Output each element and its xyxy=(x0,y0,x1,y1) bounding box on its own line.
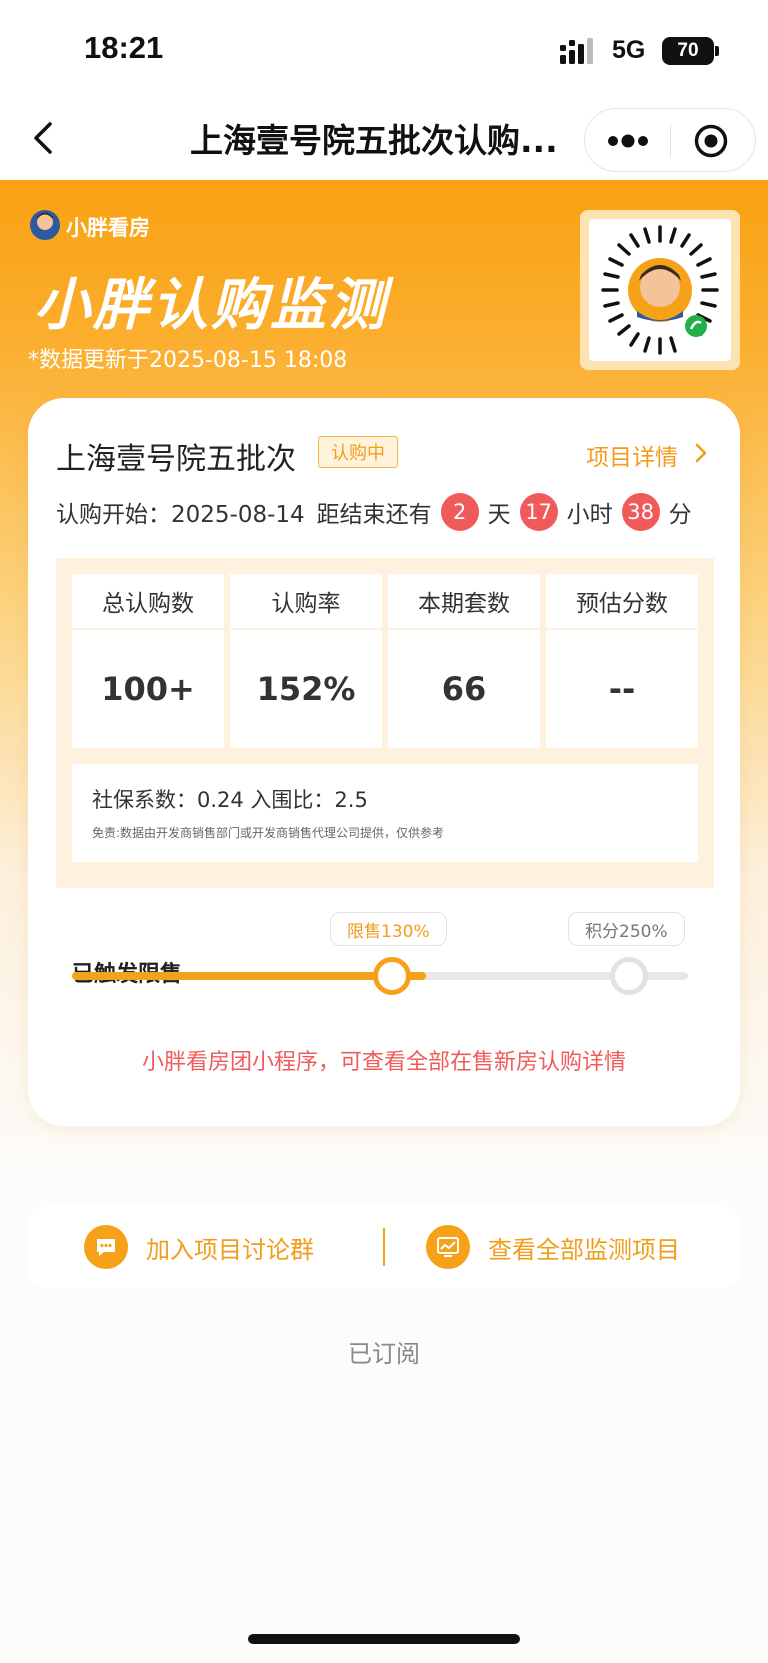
social-security-ratio: 社保系数：0.24 入围比：2.5 xyxy=(92,788,368,812)
back-icon[interactable] xyxy=(30,118,58,158)
limit-tag: 限售130% xyxy=(330,912,447,946)
miniprogram-code-icon xyxy=(601,225,719,355)
minutes-unit: 分 xyxy=(668,502,692,528)
network-label: 5G xyxy=(612,36,646,64)
stat-value: 66 xyxy=(388,630,540,748)
more-icon[interactable] xyxy=(607,131,649,151)
signal-icon xyxy=(560,38,593,64)
status-time: 18:21 xyxy=(84,30,164,65)
update-time: *数据更新于2025-08-15 18:08 xyxy=(28,348,348,373)
close-target-icon[interactable] xyxy=(693,123,729,159)
stat-total: 总认购数 100+ xyxy=(72,574,224,748)
qr-code-inner xyxy=(589,219,731,361)
home-indicator xyxy=(248,1634,520,1644)
qr-code[interactable] xyxy=(580,210,740,370)
stat-label: 本期套数 xyxy=(388,574,540,628)
start-date-label: 认购开始：2025-08-14 xyxy=(56,502,305,528)
status-bar: 18:21 5G 70 xyxy=(0,0,768,100)
stat-units: 本期套数 66 xyxy=(388,574,540,748)
countdown-row: 认购开始：2025-08-14 距结束还有 2 天 17 小时 38 分 xyxy=(56,490,692,534)
subscribed-status[interactable]: 已订阅 xyxy=(0,1334,768,1369)
status-badge: 认购中 xyxy=(318,436,398,468)
days-unit: 天 xyxy=(487,502,511,528)
stat-label: 认购率 xyxy=(230,574,382,628)
stat-label: 总认购数 xyxy=(72,574,224,628)
join-group-label: 加入项目讨论群 xyxy=(146,1235,314,1264)
disclaimer: 免责:数据由开发商销售部门或开发商销售代理公司提供，仅供参考 xyxy=(92,826,445,840)
countdown-days: 2 xyxy=(440,493,479,531)
battery-tip xyxy=(715,46,719,56)
capsule-divider xyxy=(670,125,671,157)
countdown-minutes: 38 xyxy=(621,493,660,531)
stats-info: 社保系数：0.24 入围比：2.5 免责:数据由开发商销售部门或开发商销售代理公… xyxy=(72,764,698,862)
action-bar: 加入项目讨论群 查看全部监测项目 xyxy=(28,1206,740,1288)
stat-value: 100+ xyxy=(72,630,224,748)
stat-value: -- xyxy=(546,630,698,748)
view-all-button[interactable]: 查看全部监测项目 xyxy=(426,1206,680,1288)
stat-label: 预估分数 xyxy=(546,574,698,628)
points-tag: 积分250% xyxy=(568,912,685,946)
monitor-chart-icon xyxy=(426,1225,470,1269)
limit-marker xyxy=(373,957,411,995)
brand-name: 小胖看房 xyxy=(66,216,150,240)
view-all-label: 查看全部监测项目 xyxy=(488,1235,680,1264)
stat-rate: 认购率 152% xyxy=(230,574,382,748)
page-title: 上海壹号院五批次认购... xyxy=(190,121,558,160)
points-marker xyxy=(610,957,648,995)
countdown-prefix: 距结束还有 xyxy=(316,502,432,528)
hours-unit: 小时 xyxy=(566,502,613,528)
battery-icon: 70 xyxy=(662,37,714,65)
join-group-button[interactable]: 加入项目讨论群 xyxy=(84,1206,314,1288)
miniprogram-capsule xyxy=(584,108,756,172)
action-divider xyxy=(383,1228,385,1266)
brand-avatar-icon xyxy=(30,210,60,240)
stats-grid: 总认购数 100+ 认购率 152% 本期套数 66 预估分数 -- xyxy=(72,574,698,748)
project-detail-link[interactable]: 项目详情 xyxy=(586,438,678,472)
chevron-right-icon[interactable] xyxy=(694,442,708,464)
chat-icon xyxy=(84,1225,128,1269)
countdown-hours: 17 xyxy=(519,493,558,531)
stat-score: 预估分数 -- xyxy=(546,574,698,748)
promo-text[interactable]: 小胖看房团小程序，可查看全部在售新房认购详情 xyxy=(28,1044,740,1076)
subscription-card: 上海壹号院五批次 认购中 项目详情 认购开始：2025-08-14 距结束还有 … xyxy=(28,398,740,1126)
hero-title: 小胖认购监测 xyxy=(34,273,388,338)
nav-bar: 上海壹号院五批次认购... xyxy=(0,100,768,180)
stats-panel: 总认购数 100+ 认购率 152% 本期套数 66 预估分数 -- 社保系数：… xyxy=(56,558,714,888)
stat-value: 152% xyxy=(230,630,382,748)
project-name: 上海壹号院五批次 xyxy=(56,442,296,477)
